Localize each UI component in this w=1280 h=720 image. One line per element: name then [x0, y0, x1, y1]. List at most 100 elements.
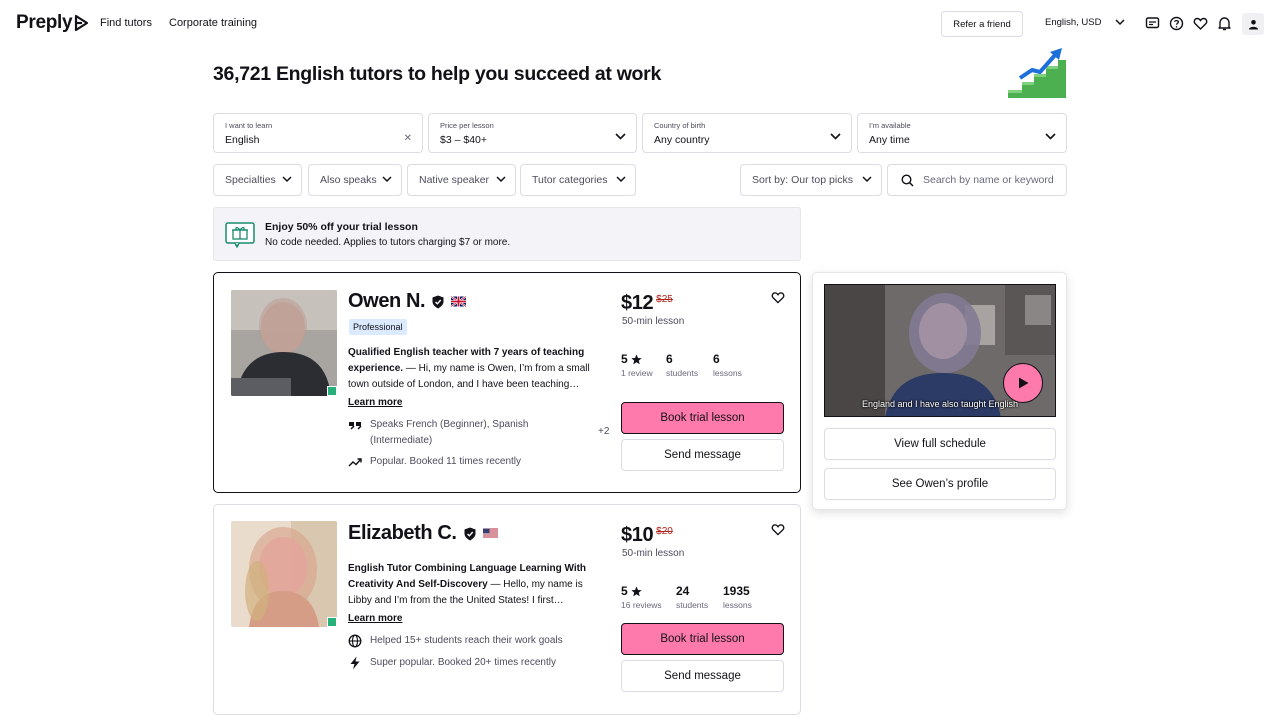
language-currency-selector[interactable]: English, USD: [1045, 17, 1125, 28]
book-trial-button[interactable]: Book trial lesson: [621, 623, 784, 655]
nav-corporate-training[interactable]: Corporate training: [169, 17, 257, 29]
preply-logo[interactable]: Preply: [16, 12, 90, 34]
page-title: 36,721 English tutors to help you succee…: [213, 63, 662, 85]
logo-mark-icon: [75, 14, 89, 32]
lessons-value: 6: [713, 352, 720, 366]
learn-more-link[interactable]: Learn more: [348, 397, 402, 408]
favorites-heart-icon[interactable]: [1193, 16, 1208, 31]
tutor-description: English Tutor Combining Language Learnin…: [348, 561, 596, 609]
user-icon: [1248, 19, 1258, 29]
lessons-stat: 6 lessons: [713, 352, 742, 378]
tutor-search[interactable]: [887, 164, 1067, 196]
tutor-photo[interactable]: [231, 521, 337, 627]
tutor-categories-filter[interactable]: Tutor categories: [520, 164, 636, 196]
online-status-indicator: [327, 386, 337, 396]
rating-stat: 5 1 review: [621, 352, 653, 378]
logo-text: Preply: [16, 12, 73, 33]
chat-icon[interactable]: [1145, 16, 1160, 31]
tutor-name[interactable]: Elizabeth C.: [348, 522, 457, 545]
pill-label: Tutor categories: [532, 174, 608, 186]
chevron-down-icon: [1045, 133, 1056, 140]
native-speaker-filter[interactable]: Native speaker: [407, 164, 516, 196]
also-speaks-filter[interactable]: Also speaks: [308, 164, 402, 196]
filter-value: $3 – $40+: [440, 134, 488, 146]
search-input[interactable]: [923, 174, 1063, 186]
trending-up-icon: [348, 458, 362, 467]
globe-icon: [348, 634, 362, 648]
tutor-preview-panel: England and I have also taught English V…: [812, 272, 1067, 510]
professional-badge: Professional: [349, 319, 407, 335]
filter-label: I’m available: [869, 121, 911, 130]
chevron-down-icon: [496, 176, 506, 183]
sort-dropdown[interactable]: Sort by: Our top picks: [740, 164, 882, 196]
save-tutor-heart-icon[interactable]: [771, 523, 785, 536]
tutor-name-row: Owen N.: [348, 290, 467, 313]
lessons-label: lessons: [713, 368, 742, 378]
chevron-down-icon: [282, 176, 292, 183]
filter-value: English: [225, 134, 260, 146]
students-value: 6: [666, 352, 673, 366]
lessons-label: lessons: [723, 600, 752, 610]
pill-label: Specialties: [225, 174, 276, 186]
languages-spoken: Speaks French (Beginner), Spanish (Inter…: [348, 417, 584, 449]
speaks-text: Speaks French (Beginner), Spanish (Inter…: [370, 419, 529, 446]
tutor-card[interactable]: Owen N. Professional Qualified English t…: [213, 272, 801, 493]
chevron-down-icon: [382, 176, 392, 183]
see-profile-button[interactable]: See Owen’s profile: [824, 468, 1056, 500]
lesson-price: $12 $25: [621, 292, 673, 315]
tutor-photo-image: [231, 521, 337, 627]
lesson-length: 50-min lesson: [622, 316, 685, 327]
gb-flag-icon: [451, 296, 467, 307]
more-languages-count[interactable]: +2: [598, 426, 609, 437]
country-filter[interactable]: Country of birth Any country: [642, 113, 852, 153]
book-trial-button[interactable]: Book trial lesson: [621, 402, 784, 434]
refer-friend-button[interactable]: Refer a friend: [941, 11, 1023, 37]
save-tutor-heart-icon[interactable]: [771, 291, 785, 304]
students-value: 24: [676, 584, 690, 598]
filter-label: Price per lesson: [440, 121, 494, 130]
tutor-name[interactable]: Owen N.: [348, 290, 426, 313]
rating-value: 5: [621, 584, 628, 598]
send-message-button[interactable]: Send message: [621, 660, 784, 692]
lesson-price: $10 $20: [621, 524, 673, 547]
price-current: $10: [621, 524, 654, 546]
learn-more-link[interactable]: Learn more: [348, 613, 402, 624]
price-current: $12: [621, 292, 654, 314]
tutor-card[interactable]: Elizabeth C. English Tutor Combining Lan…: [213, 504, 801, 715]
reviews-count[interactable]: 16 reviews: [621, 600, 662, 610]
chevron-down-icon: [615, 133, 626, 140]
lessons-stat: 1935 lessons: [723, 584, 752, 610]
send-message-button[interactable]: Send message: [621, 439, 784, 471]
bell-icon[interactable]: [1217, 16, 1232, 31]
user-menu-button[interactable]: [1242, 13, 1264, 35]
trial-discount-banner: Enjoy 50% off your trial lesson No code …: [213, 207, 801, 261]
filter-value: Any time: [869, 134, 910, 146]
clear-icon[interactable]: ✕: [404, 133, 412, 144]
quote-icon: [349, 422, 362, 430]
students-label: students: [676, 600, 709, 610]
students-stat: 6 students: [666, 352, 698, 378]
availability-filter[interactable]: I’m available Any time: [857, 113, 1067, 153]
verified-shield-icon: [464, 527, 476, 540]
search-icon: [901, 173, 914, 187]
sort-label: Sort by: Our top picks: [752, 174, 853, 186]
top-header: Preply Find tutors Corporate training Re…: [0, 0, 1280, 48]
reviews-count[interactable]: 1 review: [621, 368, 653, 378]
tutor-photo[interactable]: [231, 290, 337, 396]
work-goals-info: Helped 15+ students reach their work goa…: [348, 633, 563, 649]
view-schedule-button[interactable]: View full schedule: [824, 428, 1056, 460]
play-button[interactable]: [1003, 363, 1043, 403]
online-status-indicator: [327, 617, 337, 627]
learn-language-filter[interactable]: I want to learn English ✕: [213, 113, 423, 153]
play-icon: [1019, 377, 1029, 389]
price-filter[interactable]: Price per lesson $3 – $40+: [428, 113, 637, 153]
nav-find-tutors[interactable]: Find tutors: [100, 17, 152, 29]
specialties-filter[interactable]: Specialties: [213, 164, 302, 196]
help-icon[interactable]: [1169, 16, 1184, 31]
stairs-success-illustration: [1008, 48, 1066, 98]
price-original: $25: [656, 294, 673, 305]
lessons-value: 1935: [723, 584, 750, 598]
lesson-length: 50-min lesson: [622, 548, 685, 559]
intro-video[interactable]: England and I have also taught English: [824, 284, 1056, 417]
popular-text: Popular. Booked 11 times recently: [370, 456, 522, 467]
